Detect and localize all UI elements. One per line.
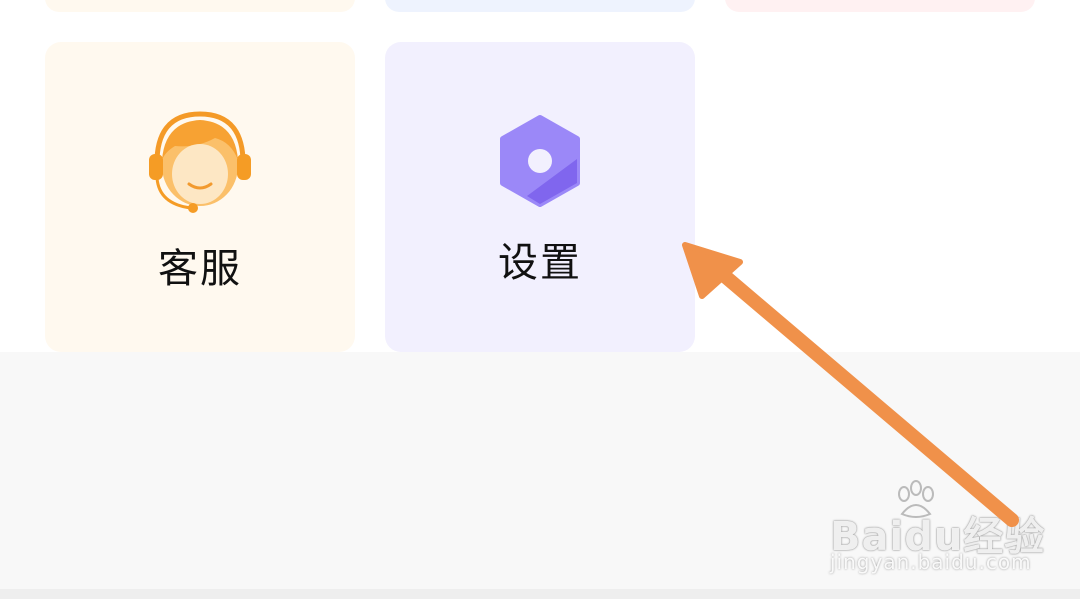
baidu-jingyan-watermark: Baidu经验 jingyan.baidu.com (826, 480, 1056, 580)
customer-service-card[interactable]: 客服 (45, 42, 355, 352)
settings-card[interactable]: 设置 (385, 42, 695, 352)
partial-card-1[interactable] (45, 0, 355, 12)
customer-service-headset-icon (149, 111, 251, 213)
customer-service-label: 客服 (158, 246, 242, 292)
partial-card-2[interactable] (385, 0, 695, 12)
function-grid-area: 客服 设置 (0, 0, 1080, 352)
partial-card-3[interactable] (725, 0, 1035, 12)
bottom-divider (0, 589, 1080, 599)
settings-hexagon-icon (500, 115, 580, 207)
watermark-url: jingyan.baidu.com (830, 550, 1032, 574)
settings-label: 设置 (498, 240, 582, 286)
